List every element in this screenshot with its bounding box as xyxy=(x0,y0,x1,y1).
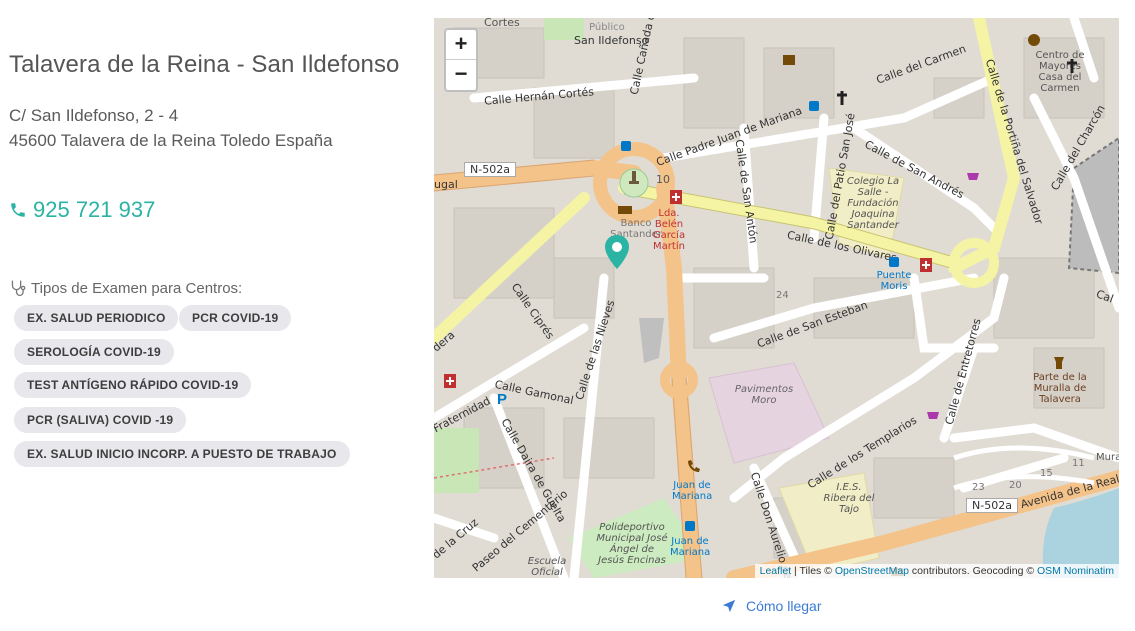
church-icon xyxy=(837,91,847,105)
house-number: 24 xyxy=(776,290,789,301)
poi-label: I.E.S. Ribera del Tajo xyxy=(823,482,875,515)
house-number: 11 xyxy=(1072,458,1085,469)
bus-stop-icon xyxy=(621,141,631,151)
bus-stop-icon xyxy=(685,521,695,531)
map-label: Cortes xyxy=(484,18,520,29)
exam-chip: PCR COVID-19 xyxy=(179,305,292,331)
pharmacy-icon xyxy=(444,374,456,388)
zoom-out-button[interactable]: − xyxy=(446,60,476,90)
pharmacy-icon xyxy=(670,190,682,204)
telephone-icon xyxy=(688,460,700,472)
exam-chip: EX. SALUD INICIO INCORP. A PUESTO DE TRA… xyxy=(14,441,350,467)
address-line-1: C/ San Ildefonso, 2 - 4 xyxy=(9,106,179,125)
leaflet-link[interactable]: Leaflet xyxy=(760,565,792,577)
poi-label: Colegio La Salle - Fundación Joaquina Sa… xyxy=(846,176,900,231)
zoom-control: + − xyxy=(444,28,478,92)
pharmacy-icon xyxy=(920,258,932,272)
poi-label: Lda. Belén García Martín xyxy=(652,208,686,252)
shop-icon xyxy=(927,412,939,419)
exam-types-label: Tipos de Examen para Centros: xyxy=(31,279,243,297)
house-number: 23 xyxy=(972,482,985,493)
phone-icon xyxy=(11,203,25,217)
road-shield: N-502a xyxy=(464,162,516,177)
poi-label: Juan de Mariana xyxy=(670,536,711,558)
bus-stop-icon xyxy=(809,101,819,111)
road-shield: N-502a xyxy=(966,498,1018,513)
attribution-text: | Tiles © xyxy=(791,565,835,577)
poi-label: Mura xyxy=(1096,452,1119,463)
bus-stop-icon xyxy=(889,257,899,267)
attribution-text: contributors. Geocoding © xyxy=(909,565,1037,577)
poi-label: Escuela Oficial xyxy=(527,556,567,578)
house-number: 15 xyxy=(1040,468,1053,479)
location-title: Talavera de la Reina - San Ildefonso xyxy=(9,51,400,78)
exam-types-heading: Tipos de Examen para Centros: xyxy=(9,279,242,297)
map-view[interactable]: Cortes Público San Ildefonso Calle Herná… xyxy=(434,18,1119,578)
poi-label: Polideportivo Municipal José Ángel de Je… xyxy=(596,522,668,566)
directions-link[interactable]: Cómo llegar xyxy=(722,598,821,614)
bank-icon xyxy=(618,206,632,214)
zoom-in-button[interactable]: + xyxy=(446,30,476,60)
location-marker-icon[interactable] xyxy=(604,234,630,270)
parking-icon: P xyxy=(497,391,507,407)
exam-chip: EX. SALUD PERIODICO xyxy=(14,305,179,331)
community-centre-icon xyxy=(1028,34,1040,46)
church-icon xyxy=(1067,59,1077,73)
monument-icon xyxy=(629,171,639,184)
address-line-2: 45600 Talavera de la Reina Toledo España xyxy=(9,131,333,150)
house-number: 20 xyxy=(1009,480,1022,491)
navigation-arrow-icon xyxy=(722,599,736,613)
nominatim-link[interactable]: OSM Nominatim xyxy=(1037,565,1114,577)
svg-text:P: P xyxy=(497,391,507,407)
poi-label: Centro de Mayores Casa del Carmen xyxy=(1035,50,1085,94)
map-label: ugal xyxy=(434,178,458,191)
poi-label: Juan de Mariana xyxy=(672,480,713,502)
openstreetmap-link[interactable]: OpenStreetMap xyxy=(835,565,909,577)
stethoscope-icon xyxy=(11,280,26,296)
phone-number: 925 721 937 xyxy=(33,197,156,222)
road-number: 10 xyxy=(656,173,670,186)
phone-link[interactable]: 925 721 937 xyxy=(9,197,155,223)
castle-icon xyxy=(1054,357,1064,369)
shop-icon xyxy=(967,173,979,180)
map-attribution: Leaflet | Tiles © OpenStreetMap contribu… xyxy=(754,564,1119,578)
poi-label: Parte de la Muralla de Talavera xyxy=(1033,372,1087,405)
map-label: Público xyxy=(589,22,625,33)
exam-chip: SEROLOGÍA COVID-19 xyxy=(14,339,174,365)
exam-chip: PCR (SALIVA) COVID -19 xyxy=(14,407,187,433)
poi-label: Pavimentos Moro xyxy=(734,384,794,406)
library-icon xyxy=(783,55,795,65)
directions-label: Cómo llegar xyxy=(746,598,822,614)
poi-label: Puente Moris xyxy=(876,270,912,292)
exam-chip: TEST ANTÍGENO RÁPIDO COVID-19 xyxy=(14,372,252,398)
